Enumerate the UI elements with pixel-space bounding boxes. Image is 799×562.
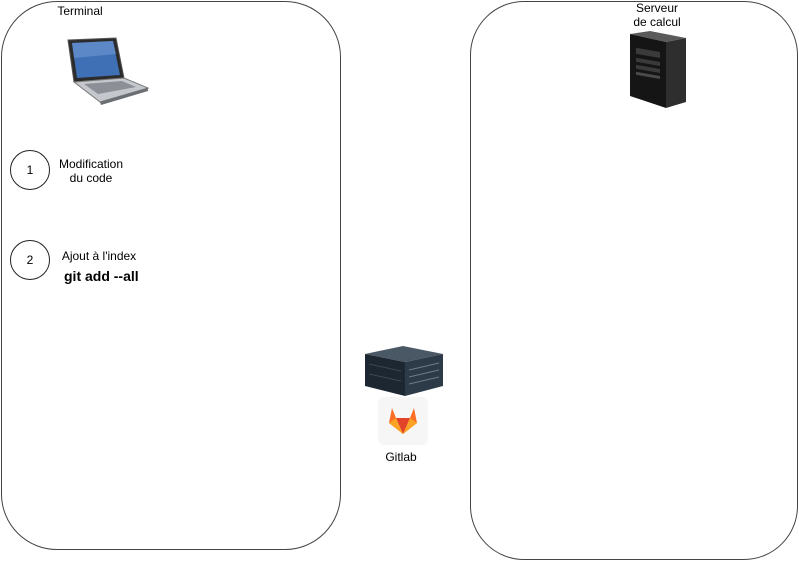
step-2-label: Ajout à l'index [61,249,137,263]
step-1-label-line1: Modification [58,157,124,171]
step-1-label: Modification du code [50,157,132,185]
step-1-circle: 1 [10,150,50,190]
laptop-icon [67,37,150,105]
step-2-circle: 2 [10,240,50,280]
terminal-title: Terminal [57,4,103,18]
gitlab-fox-icon [389,408,417,434]
rack-server-icon [365,346,443,396]
step-2-number: 2 [26,253,34,267]
server-tower-icon [630,31,686,108]
server-title-line2: de calcul [633,15,681,29]
step-2-command: git add --all [64,268,139,284]
server-title: Serveur de calcul [616,1,698,29]
server-title-line1: Serveur [635,1,679,15]
step-1-label-line2: du code [69,171,113,185]
gitlab-logo-tile [378,397,428,445]
gitlab-label: Gitlab [385,450,417,464]
step-1-number: 1 [26,163,34,177]
terminal-panel [1,1,341,550]
